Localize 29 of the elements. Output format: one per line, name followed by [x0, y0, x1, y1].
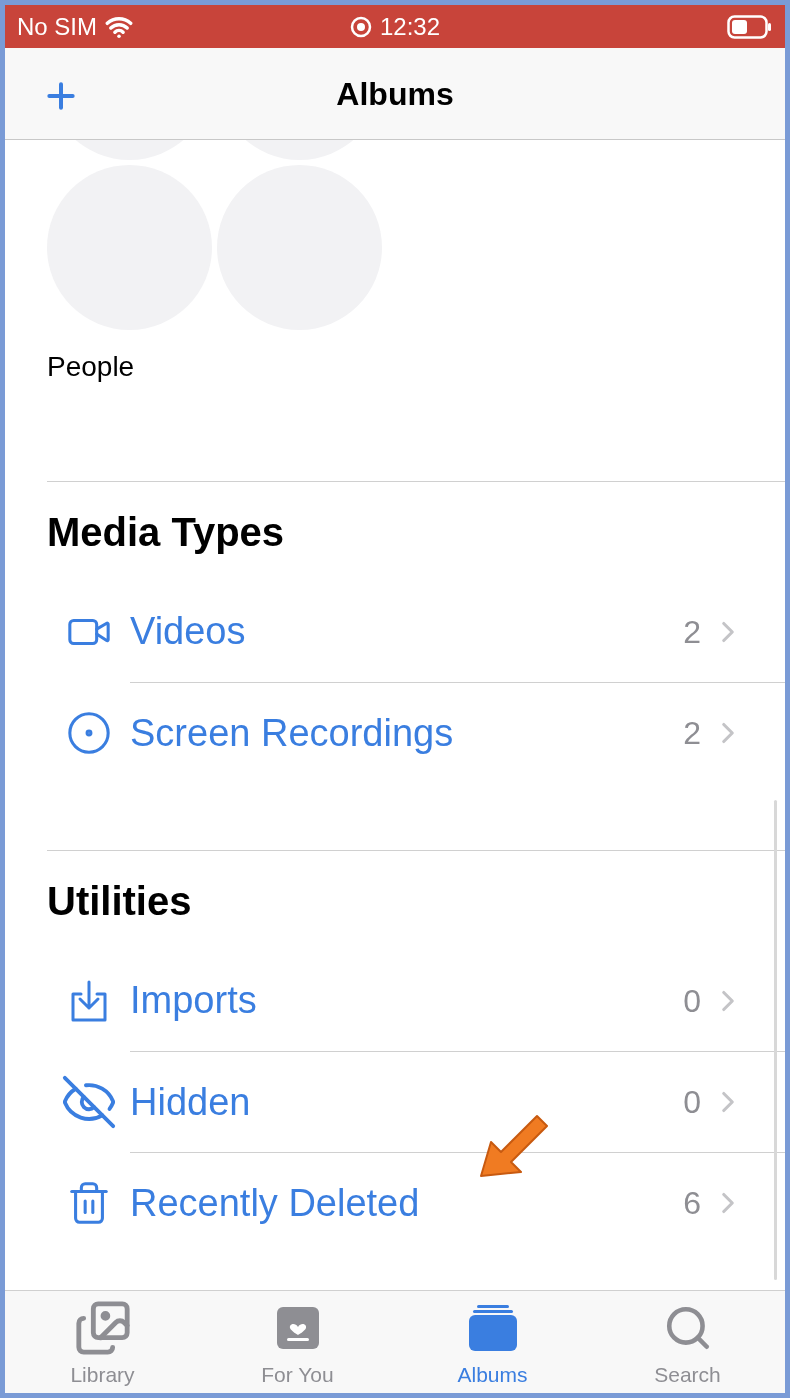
photos-icon: [73, 1299, 132, 1357]
tab[interactable]: For You: [200, 1291, 395, 1393]
album-row[interactable]: Videos 2: [130, 581, 785, 682]
album-label: Recently Deleted: [130, 1180, 420, 1226]
battery-icon: [727, 14, 773, 39]
album-label: Hidden: [130, 1079, 251, 1125]
item-count: 2: [683, 714, 701, 753]
album-label: Imports: [130, 978, 257, 1023]
clock-time: 12:32: [379, 11, 441, 42]
album-row[interactable]: Screen Recordings 2: [130, 682, 785, 783]
album-label: Videos: [130, 609, 246, 654]
album-label: Screen Recordings: [130, 710, 454, 756]
section-heading: Utilities: [47, 877, 192, 925]
carrier-label: No SIM: [17, 11, 97, 42]
album-label: People: [47, 351, 135, 382]
record-icon: [65, 709, 112, 756]
album-row[interactable]: Imports 0: [130, 950, 785, 1051]
tab[interactable]: Search: [590, 1291, 785, 1393]
item-count: 2: [683, 612, 701, 652]
screen-title: Albums: [336, 74, 454, 114]
item-count: 0: [683, 1083, 701, 1122]
heart-card-icon: [274, 1305, 321, 1351]
tab[interactable]: Library: [5, 1291, 200, 1393]
item-count: 0: [683, 981, 701, 1021]
albums-icon: [466, 1303, 519, 1353]
section-heading: Media Types: [47, 508, 285, 556]
location-lock-icon: [349, 15, 372, 38]
item-count: 6: [683, 1184, 701, 1223]
tab[interactable]: Albums: [395, 1291, 590, 1393]
